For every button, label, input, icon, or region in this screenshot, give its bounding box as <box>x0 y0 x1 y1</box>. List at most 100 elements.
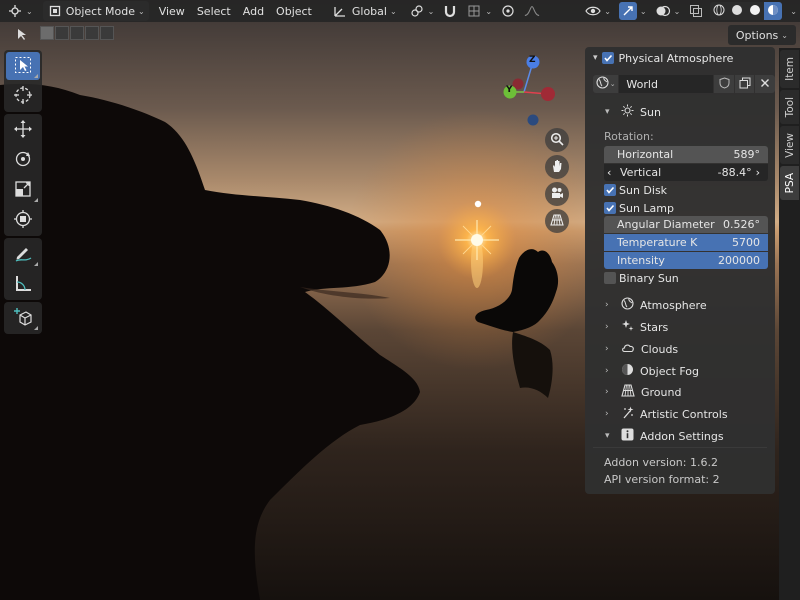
proportional-edit-toggle[interactable] <box>496 1 520 21</box>
sun-lamp-row[interactable]: Sun Lamp <box>585 198 775 218</box>
camera-view-button[interactable] <box>545 182 569 206</box>
falloff-curve-icon <box>524 3 540 19</box>
chevron-down-icon: ⌄ <box>790 6 797 16</box>
annotate-tool[interactable] <box>6 240 40 268</box>
menu-view[interactable]: View <box>153 1 191 21</box>
menu-add[interactable]: Add <box>237 1 270 21</box>
sun-lamp-label: Sun Lamp <box>619 201 674 215</box>
sparkles-icon <box>621 406 634 422</box>
select-box-icon[interactable] <box>14 26 30 42</box>
pan-button[interactable] <box>545 155 569 179</box>
artistic-controls-section-label: Artistic Controls <box>640 407 728 421</box>
shading-wireframe-button[interactable] <box>710 2 728 20</box>
shading-rendered-button[interactable] <box>764 2 783 20</box>
magnifier-icon <box>550 132 564 149</box>
atmosphere-section-header[interactable]: › Atmosphere <box>605 295 707 315</box>
world-browse-button[interactable]: ⌄ <box>593 75 619 93</box>
set-new-selection-button[interactable] <box>40 26 54 40</box>
world-globe-icon <box>596 76 609 92</box>
measure-tool[interactable] <box>6 270 40 298</box>
binary-sun-row[interactable]: Binary Sun <box>585 268 775 288</box>
tab-view[interactable]: View <box>780 126 799 164</box>
physical-atmosphere-checkbox[interactable] <box>601 52 614 64</box>
shading-solid-button[interactable] <box>728 2 746 20</box>
perspective-toggle-button[interactable] <box>545 209 569 233</box>
tab-item[interactable]: Item <box>780 50 799 88</box>
editor-type-dropdown[interactable]: ⌄ <box>3 1 37 21</box>
mode-dropdown[interactable]: Object Mode ⌄ <box>42 1 149 21</box>
intersect-selection-button[interactable] <box>100 26 114 40</box>
object-mode-icon <box>47 3 63 19</box>
cursor-tool[interactable] <box>6 82 40 110</box>
options-dropdown[interactable]: Options ⌄ <box>727 25 796 45</box>
falloff-dropdown[interactable] <box>520 1 544 21</box>
chevron-down-icon: ⌄ <box>138 6 145 16</box>
horizontal-rotation-field[interactable]: Horizontal 589° <box>604 146 768 163</box>
shading-material-button[interactable] <box>746 2 764 20</box>
fake-user-button[interactable] <box>714 75 734 93</box>
orientation-icon <box>332 3 348 19</box>
clouds-section-header[interactable]: › Clouds <box>605 339 678 359</box>
duplicate-world-button[interactable] <box>734 75 755 93</box>
move-tool[interactable] <box>6 116 40 144</box>
subtract-selection-button[interactable] <box>70 26 84 40</box>
ground-section-header[interactable]: › Ground <box>605 382 681 402</box>
menu-object[interactable]: Object <box>270 1 318 21</box>
navigation-gizmo[interactable]: Z Y <box>498 52 564 128</box>
binary-sun-checkbox[interactable] <box>604 272 616 284</box>
snap-toggle[interactable] <box>438 1 462 21</box>
select-box-tool[interactable] <box>6 52 40 80</box>
tool-settings-row: Options ⌄ <box>0 22 800 46</box>
world-name-field[interactable]: World <box>619 75 714 93</box>
panel-header[interactable]: ▾ Physical Atmosphere <box>585 48 775 68</box>
temperature-field[interactable]: Temperature K 5700 <box>604 234 768 251</box>
solid-sphere-icon <box>731 4 743 19</box>
pivot-point-dropdown[interactable]: ⌄ <box>405 1 439 21</box>
tab-tool[interactable]: Tool <box>780 90 799 124</box>
chevron-down-icon: ⌄ <box>427 6 435 16</box>
rotate-tool[interactable] <box>6 146 40 174</box>
xray-toggle[interactable] <box>684 1 708 21</box>
transform-orientation-dropdown[interactable]: Global ⌄ <box>328 1 401 21</box>
sun-icon <box>621 104 634 120</box>
object-fog-section-header[interactable]: › Object Fog <box>605 361 699 381</box>
chevron-down-icon: ▾ <box>605 107 610 117</box>
sun-lamp-checkbox[interactable] <box>604 202 616 214</box>
world-selector-row: ⌄ World <box>585 74 776 94</box>
pencil-icon <box>13 243 33 266</box>
sun-disk-checkbox[interactable] <box>604 184 616 196</box>
angular-diameter-field[interactable]: Angular Diameter 0.526° <box>604 216 768 233</box>
transform-tool[interactable] <box>6 206 40 234</box>
decrement-arrow-icon[interactable]: ‹ <box>607 166 617 179</box>
add-cube-tool[interactable] <box>6 304 40 332</box>
zoom-button[interactable] <box>545 128 569 152</box>
vertical-rotation-field[interactable]: ‹ Vertical -88.4° › <box>604 164 768 181</box>
overlays-toggle[interactable]: ⌄ <box>651 1 685 21</box>
extend-selection-button[interactable] <box>55 26 69 40</box>
snap-target-dropdown[interactable]: ⌄ <box>462 1 496 21</box>
invert-selection-button[interactable] <box>85 26 99 40</box>
chevron-right-icon: › <box>605 366 609 376</box>
scale-tool[interactable] <box>6 176 40 204</box>
chevron-right-icon: › <box>605 344 609 354</box>
addon-settings-section-header[interactable]: ▾ Addon Settings <box>605 426 724 446</box>
increment-arrow-icon[interactable]: › <box>756 166 760 179</box>
chevron-right-icon: › <box>605 409 609 419</box>
chevron-right-icon: › <box>605 387 609 397</box>
object-visibility-dropdown[interactable]: ⌄ <box>581 1 615 21</box>
magnet-icon <box>442 3 458 19</box>
menu-select[interactable]: Select <box>191 1 237 21</box>
gizmo-toggle[interactable]: ⌄ <box>615 1 651 21</box>
artistic-controls-section-header[interactable]: › Artistic Controls <box>605 404 728 424</box>
sun-section-header[interactable]: ▾ Sun <box>605 102 661 122</box>
tab-psa[interactable]: PSA <box>780 166 799 200</box>
intensity-field[interactable]: Intensity 200000 <box>604 252 768 269</box>
stars-icon <box>621 319 634 335</box>
shading-options-dropdown[interactable]: ⌄ <box>784 1 800 21</box>
shading-mode-selector <box>710 2 783 20</box>
stars-section-header[interactable]: › Stars <box>605 317 668 337</box>
sun-disk-row[interactable]: Sun Disk <box>585 180 775 200</box>
unlink-world-button[interactable] <box>755 75 776 93</box>
tool-variants-indicator <box>34 198 38 202</box>
vertical-value: -88.4° <box>717 166 752 179</box>
